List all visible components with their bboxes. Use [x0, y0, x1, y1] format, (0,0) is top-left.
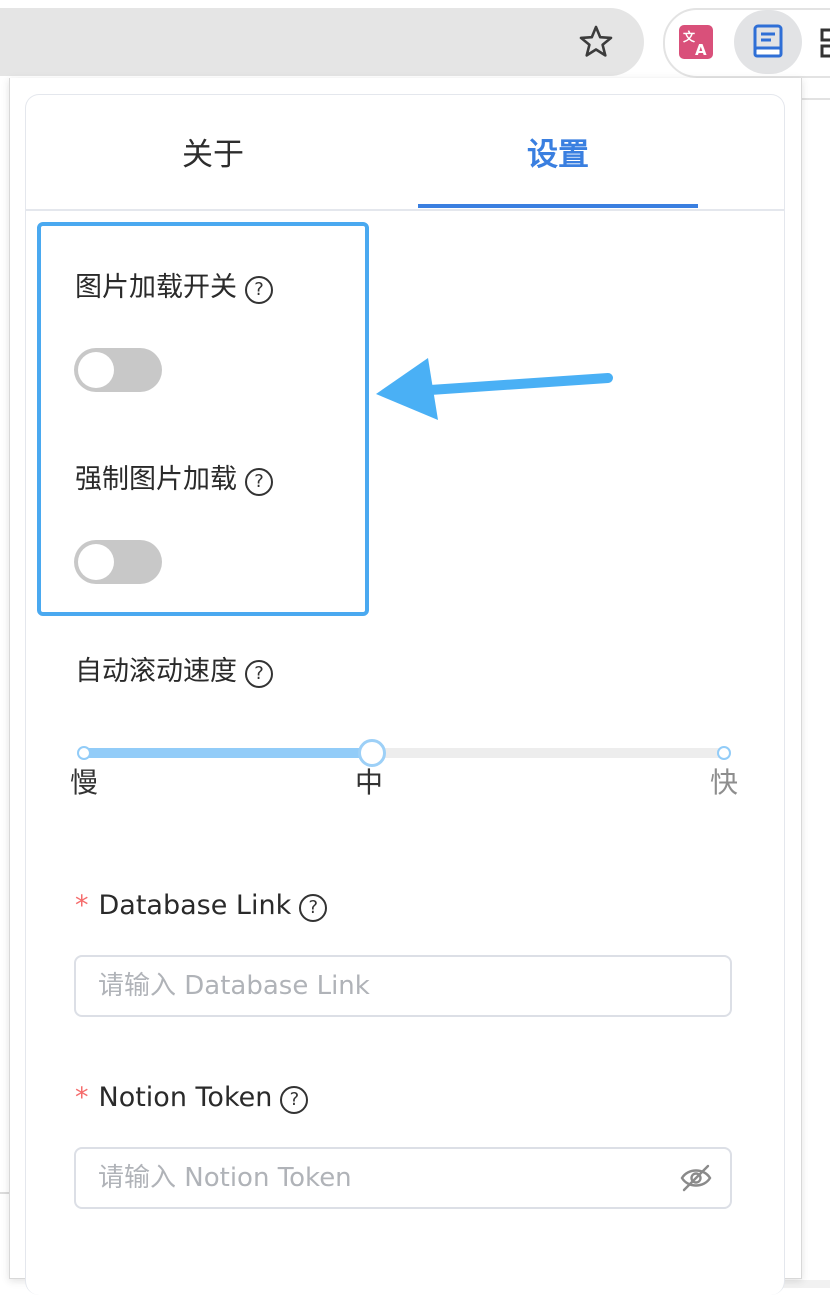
bookmark-star-icon[interactable]	[576, 22, 616, 62]
force-image-loading-label: 强制图片加载?	[75, 462, 273, 498]
database-link-input[interactable]	[74, 955, 732, 1017]
slider-stop-max	[717, 746, 731, 760]
image-loading-label-text: 图片加载开关	[75, 272, 237, 303]
tab-bar: 关于 设置	[26, 95, 784, 211]
tab-settings[interactable]: 设置	[418, 133, 698, 177]
notion-token-label: * Notion Token?	[75, 1080, 309, 1116]
image-loading-label: 图片加载开关?	[75, 270, 273, 306]
database-link-label: * Database Link?	[75, 888, 328, 924]
slider-stop-min	[77, 746, 91, 760]
active-tab-indicator	[418, 204, 698, 208]
slider-mark-medium: 中	[355, 766, 384, 799]
notion-token-label-text: Notion Token	[98, 1082, 273, 1113]
help-icon[interactable]: ?	[245, 276, 273, 304]
required-mark: *	[75, 1082, 89, 1113]
required-mark: *	[75, 890, 89, 921]
annotation-arrow	[376, 358, 613, 420]
slider-mark-fast: 快	[710, 766, 739, 799]
eye-off-icon[interactable]	[680, 1164, 712, 1192]
book-icon[interactable]	[752, 24, 784, 60]
toggle-knob	[78, 352, 114, 388]
slider-fill	[84, 748, 372, 758]
slider-mark-slow: 慢	[70, 766, 99, 799]
extension-icon-partial[interactable]	[820, 26, 830, 60]
slider-handle[interactable]	[358, 739, 386, 767]
force-image-loading-toggle[interactable]	[74, 540, 162, 584]
tab-about[interactable]: 关于	[118, 133, 308, 177]
toggle-knob	[78, 544, 114, 580]
database-link-label-text: Database Link	[98, 890, 292, 921]
svg-text:A: A	[695, 41, 707, 59]
scroll-speed-label: 自动滚动速度?	[75, 654, 273, 690]
help-icon[interactable]: ?	[245, 660, 273, 688]
scroll-speed-label-text: 自动滚动速度	[75, 656, 237, 687]
scroll-speed-slider[interactable]	[77, 739, 731, 767]
help-icon[interactable]: ?	[245, 468, 273, 496]
address-bar[interactable]	[0, 8, 644, 76]
background-divider	[800, 98, 830, 100]
notion-token-input[interactable]	[74, 1147, 732, 1209]
help-icon[interactable]: ?	[280, 1086, 309, 1114]
translate-icon[interactable]: 文 A	[679, 25, 713, 59]
image-loading-toggle[interactable]	[74, 348, 162, 392]
force-image-loading-label-text: 强制图片加载	[75, 464, 237, 495]
help-icon[interactable]: ?	[299, 894, 328, 922]
